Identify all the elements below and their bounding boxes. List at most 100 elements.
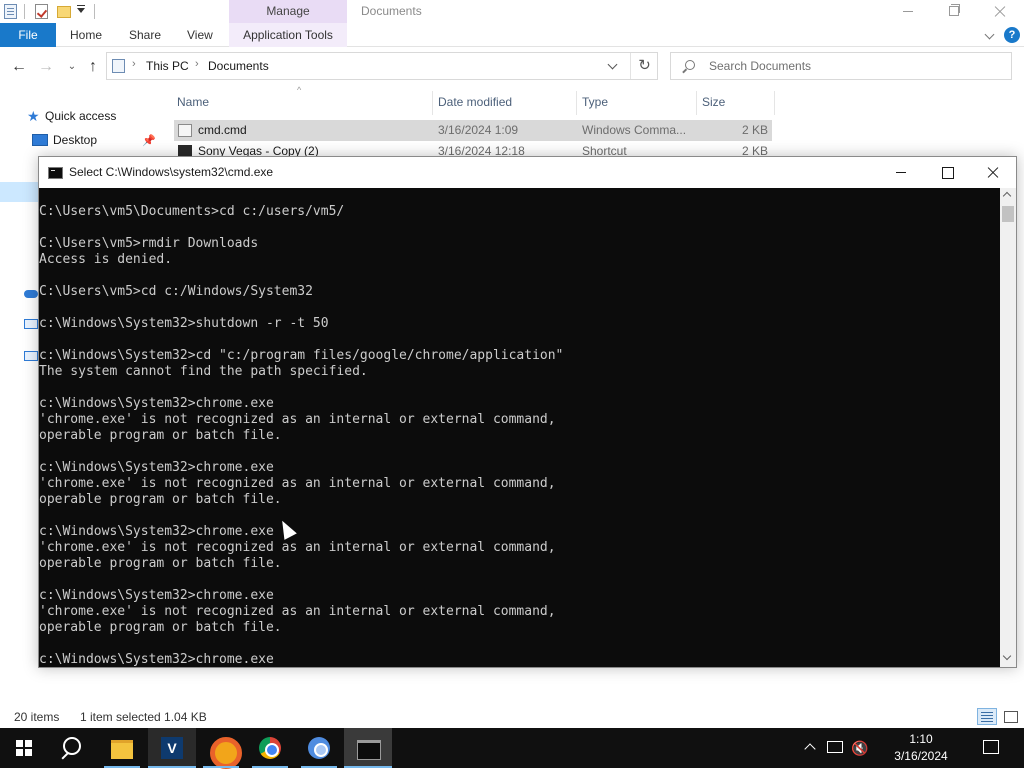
clock-time: 1:10: [909, 732, 933, 746]
network-icon[interactable]: [827, 741, 843, 753]
column-header-name[interactable]: Name: [177, 95, 209, 113]
refresh-icon[interactable]: ↻: [630, 53, 658, 79]
search-input[interactable]: [709, 57, 999, 75]
window-title: Documents: [361, 4, 422, 18]
console-line: c:\Windows\System32>chrome.exe: [39, 524, 274, 539]
console-output[interactable]: C:\Users\vm5\Documents>cd c:/users/vm5/C…: [39, 188, 999, 667]
address-dropdown-chevron-icon[interactable]: [607, 59, 618, 70]
large-icons-view-icon[interactable]: [1000, 708, 1020, 725]
console-line: c:\Windows\System32>cd "c:/program files…: [39, 348, 564, 363]
console-line: c:\Windows\System32>chrome.exe: [39, 588, 274, 603]
help-icon[interactable]: ?: [1004, 27, 1020, 43]
up-arrow-icon[interactable]: ↑: [83, 57, 103, 77]
breadcrumb-documents[interactable]: Documents: [208, 59, 269, 73]
scroll-up-arrow-icon[interactable]: [1002, 191, 1012, 201]
expand-ribbon-chevron-icon[interactable]: [984, 29, 995, 40]
file-explorer-taskbar-icon[interactable]: [98, 728, 146, 768]
console-line: c:\Windows\System32>chrome.exe: [39, 460, 274, 475]
batch-file-icon: [178, 124, 192, 137]
tab-view[interactable]: View: [187, 23, 213, 47]
item-count: 20 items: [14, 710, 60, 724]
console-line: operable program or batch file.: [39, 492, 282, 507]
cmd-minimize-button[interactable]: [878, 157, 924, 188]
console-line: 'chrome.exe' is not recognized as an int…: [39, 476, 556, 491]
ribbon-tabs: File Home Share View Application Tools ?: [0, 23, 1024, 47]
vegas-taskbar-icon[interactable]: [148, 728, 196, 768]
pin-icon[interactable]: 📌: [142, 130, 156, 152]
sidebar-item-label: Quick access: [45, 109, 117, 123]
tab-file[interactable]: File: [0, 23, 56, 47]
breadcrumb-separator[interactable]: ›: [132, 58, 136, 70]
new-folder-icon[interactable]: [57, 6, 71, 18]
sidebar-item-quick-access[interactable]: ★ Quick access: [0, 105, 168, 127]
cmd-title-bar[interactable]: Select C:\Windows\system32\cmd.exe: [39, 157, 1016, 188]
tab-application-tools[interactable]: Application Tools: [229, 23, 347, 47]
quick-access-divider: [24, 4, 25, 19]
status-bar: 20 items 1 item selected 1.04 KB: [0, 706, 1024, 728]
taskbar: 🔇 1:10 3/16/2024: [0, 728, 1024, 769]
network-icon[interactable]: [24, 351, 38, 361]
console-line: C:\Users\vm5>rmdir Downloads: [39, 236, 259, 251]
customize-toolbar-dropdown-icon[interactable]: [77, 5, 85, 13]
brave-browser-taskbar-icon[interactable]: [197, 728, 245, 769]
explorer-title-bar: Manage Documents: [0, 0, 1024, 23]
chrome-taskbar-icon[interactable]: [246, 728, 294, 768]
taskbar-search-icon[interactable]: [48, 728, 96, 768]
star-icon: ★: [27, 108, 40, 124]
checkmark-icon[interactable]: [35, 4, 48, 19]
breadcrumb-this-pc[interactable]: This PC: [146, 59, 189, 73]
details-view-icon[interactable]: [977, 708, 997, 725]
address-bar[interactable]: › This PC › Documents ↻: [106, 52, 658, 80]
start-button[interactable]: [0, 728, 48, 768]
tab-home[interactable]: Home: [70, 23, 102, 47]
console-line: C:\Users\vm5\Documents>cd c:/users/vm5/: [39, 204, 345, 219]
column-header-type[interactable]: Type: [582, 95, 608, 113]
cmd-close-button[interactable]: [970, 157, 1016, 188]
console-line: 'chrome.exe' is not recognized as an int…: [39, 604, 556, 619]
onedrive-icon[interactable]: [24, 290, 38, 298]
command-prompt-taskbar-icon[interactable]: [344, 728, 392, 768]
forward-arrow-icon[interactable]: →: [36, 57, 56, 77]
chromium-taskbar-icon[interactable]: [295, 728, 343, 768]
explorer-close-button[interactable]: [977, 0, 1023, 23]
console-scrollbar[interactable]: [1000, 188, 1016, 667]
scrollbar-thumb[interactable]: [1002, 206, 1014, 222]
column-header-size[interactable]: Size: [702, 95, 725, 113]
sidebar-item-selected-highlight[interactable]: [0, 182, 40, 202]
cmd-window-title: Select C:\Windows\system32\cmd.exe: [69, 165, 274, 179]
column-divider[interactable]: [432, 91, 433, 115]
explorer-restore-button[interactable]: [931, 0, 977, 23]
file-row-selected[interactable]: cmd.cmd 3/16/2024 1:09 Windows Comma... …: [174, 120, 772, 141]
tab-share[interactable]: Share: [129, 23, 161, 47]
file-name: cmd.cmd: [198, 123, 247, 137]
sidebar-item-desktop[interactable]: Desktop 📌: [0, 129, 168, 151]
breadcrumb-separator[interactable]: ›: [195, 58, 199, 70]
column-divider[interactable]: [576, 91, 577, 115]
console-line: The system cannot find the path specifie…: [39, 364, 368, 379]
manage-context-tab[interactable]: Manage: [229, 0, 347, 23]
scroll-down-arrow-icon[interactable]: [1002, 651, 1012, 661]
command-prompt-window[interactable]: Select C:\Windows\system32\cmd.exe C:\Us…: [38, 156, 1017, 668]
show-hidden-icons-chevron-icon[interactable]: [804, 743, 816, 755]
explorer-minimize-button[interactable]: [885, 0, 931, 23]
column-divider[interactable]: [774, 91, 775, 115]
console-line: operable program or batch file.: [39, 556, 282, 571]
recent-locations-chevron-icon[interactable]: ⌄: [62, 57, 82, 77]
notifications-icon[interactable]: [983, 740, 999, 754]
column-header-date-modified[interactable]: Date modified: [438, 95, 512, 113]
system-clock[interactable]: 1:10 3/16/2024: [866, 731, 976, 765]
search-box[interactable]: [670, 52, 1012, 80]
cmd-maximize-button[interactable]: [924, 157, 970, 188]
console-line: C:\Users\vm5>cd c:/Windows/System32: [39, 284, 313, 299]
this-pc-icon[interactable]: [24, 319, 38, 329]
console-line: c:\Windows\System32>shutdown -r -t 50: [39, 316, 329, 331]
clock-date: 3/16/2024: [894, 749, 948, 763]
selection-info: 1 item selected 1.04 KB: [80, 710, 207, 724]
column-divider[interactable]: [696, 91, 697, 115]
back-arrow-icon[interactable]: ←: [9, 57, 29, 77]
properties-icon[interactable]: [4, 4, 17, 19]
